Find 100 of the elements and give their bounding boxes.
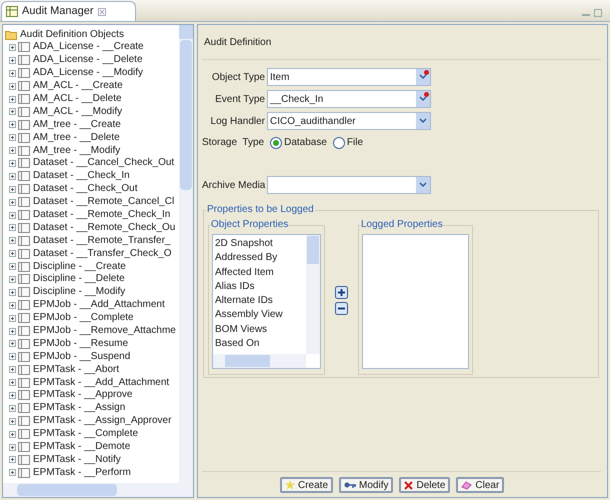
expand-icon[interactable] [9,160,16,167]
tree-item[interactable]: Dataset - __Remote_Check_Ou [33,222,176,234]
tree-item[interactable]: EPMTask - __Demote [33,441,130,454]
tree-item[interactable]: AM_tree - __Modify [33,144,120,157]
expand-icon[interactable] [9,430,16,438]
vertical-scrollbar[interactable] [179,25,193,483]
tree-item[interactable]: EPMJob - __Suspend [33,350,130,363]
tree-item[interactable]: AM_ACL - __Modify [33,106,122,118]
tree-item[interactable]: Dataset - __Remote_Check_In [33,209,170,222]
expand-icon[interactable] [9,469,16,476]
tree-item[interactable]: Discipline - __Delete [33,273,125,286]
expand-icon[interactable] [9,444,16,451]
tree-item[interactable]: EPMTask - __Perform [33,466,131,479]
chevron-down-icon[interactable] [416,69,430,85]
expand-icon[interactable] [9,379,16,386]
expand-icon[interactable] [9,172,16,180]
tree-item[interactable]: EPMJob - __Resume [33,338,128,350]
radio-label[interactable]: Database [284,135,327,150]
tree-item[interactable]: Dataset - __Check_Out [33,183,138,196]
tree-item[interactable]: AM_ACL - __Delete [33,93,122,105]
expand-icon[interactable] [9,353,16,360]
tree-item[interactable]: ADA_License - __Create [33,41,144,54]
action-button[interactable]: Create [280,477,334,493]
audit-manager-tab[interactable]: Audit Manager [1,1,136,21]
tree-item[interactable]: EPMTask - __Approve [33,389,132,402]
expand-icon[interactable] [9,392,16,399]
expand-icon[interactable] [9,456,16,464]
expand-icon[interactable] [9,263,16,270]
tree-item[interactable]: AM_ACL - __Create [33,80,123,92]
expand-icon[interactable] [9,121,16,128]
tree-item[interactable]: Dataset - __Cancel_Check_Out [33,157,174,170]
expand-icon[interactable] [9,44,16,51]
chevron-down-icon[interactable] [416,113,430,129]
tree-item[interactable]: AM_tree - __Create [33,118,121,131]
tree-item[interactable]: ADA_License - __Delete [33,54,143,66]
horizontal-scrollbar[interactable] [213,354,306,368]
expand-icon[interactable] [9,70,16,77]
tree-item[interactable]: EPMJob - __Remove_Attachme [33,325,176,338]
list-item[interactable]: Assembly View [215,308,304,323]
dropdown-field[interactable]: Item [267,68,431,86]
tree-item[interactable]: EPMJob - __Complete [33,312,134,324]
tree-item[interactable]: EPMTask - __Assign [33,402,126,414]
tree-item[interactable]: Discipline - __Modify [33,286,126,298]
tree-item[interactable]: EPMJob - __Add_Attachment [33,299,165,312]
expand-icon[interactable] [9,237,16,244]
tree-item[interactable]: ADA_License - __Modify [33,67,144,80]
chevron-down-icon[interactable] [416,91,430,107]
dropdown-field[interactable]: CICO_audithandler [267,112,431,130]
remove-icon[interactable] [335,302,348,314]
expand-icon[interactable] [9,314,16,322]
list-item[interactable]: 2D Snapshot [215,237,304,252]
radio-label[interactable]: File [346,135,364,150]
chevron-down-icon[interactable] [416,177,430,193]
list-item[interactable]: Affected Item [215,266,304,280]
expand-icon[interactable] [9,250,16,258]
list-item[interactable]: Alias IDs [215,280,304,294]
vertical-scrollbar[interactable] [306,235,320,354]
tree-item[interactable]: EPMTask - __Notify [33,454,121,466]
action-button[interactable]: Delete [399,477,450,493]
tree-item[interactable]: EPMTask - __Complete [33,428,138,440]
horizontal-scrollbar[interactable] [3,483,193,497]
tree-root-label[interactable]: Audit Definition Objects [20,28,124,41]
add-icon[interactable] [335,286,348,298]
expand-icon[interactable] [9,340,16,348]
expand-icon[interactable] [9,366,16,374]
dropdown-field[interactable] [267,176,432,194]
tree-item[interactable]: AM_tree - __Delete [33,132,120,144]
expand-icon[interactable] [9,198,16,206]
expand-icon[interactable] [9,108,16,116]
list-item[interactable]: Alternate IDs [215,294,304,308]
tree-item[interactable]: Discipline - __Create [33,260,126,273]
expand-icon[interactable] [9,276,16,283]
expand-icon[interactable] [9,147,16,154]
expand-icon[interactable] [9,224,16,232]
tree-item[interactable]: Dataset - __Transfer_Check_O [33,248,172,260]
expand-icon[interactable] [9,56,16,64]
object-properties-list[interactable]: 2D Snapshot Addressed By Affected Item Alias IDs Alternate IDs Assembly View BOM Views Based On [212,234,321,369]
list-item[interactable]: Addressed By [215,251,304,266]
radio-button[interactable] [332,136,345,148]
tree-item[interactable]: EPMTask - __Assign_Approver [33,415,172,428]
tree-item[interactable]: Dataset - __Remote_Cancel_Cl [33,196,174,208]
expand-icon[interactable] [9,418,16,425]
expand-icon[interactable] [9,134,16,142]
expand-icon[interactable] [9,212,16,219]
tree-item[interactable]: Dataset - __Remote_Transfer_ [33,234,170,247]
expand-icon[interactable] [9,96,16,102]
action-button[interactable]: Modify [339,477,394,493]
tree-item[interactable]: EPMTask - __Abort [33,364,120,376]
dropdown-field[interactable]: __Check_In [267,90,431,108]
tree-item[interactable]: EPMTask - __Add_Attachment [33,376,170,389]
expand-icon[interactable] [9,186,16,193]
expand-icon[interactable] [9,288,16,296]
action-button[interactable]: Clear [456,477,504,493]
expand-icon[interactable] [9,404,16,412]
expand-icon[interactable] [9,82,16,90]
radio-button[interactable] [270,136,282,148]
tree-item[interactable]: Dataset - __Check_In [33,170,130,182]
list-item[interactable]: Based On [215,337,304,352]
expand-icon[interactable] [9,302,16,309]
list-item[interactable]: BOM Views [215,322,304,338]
